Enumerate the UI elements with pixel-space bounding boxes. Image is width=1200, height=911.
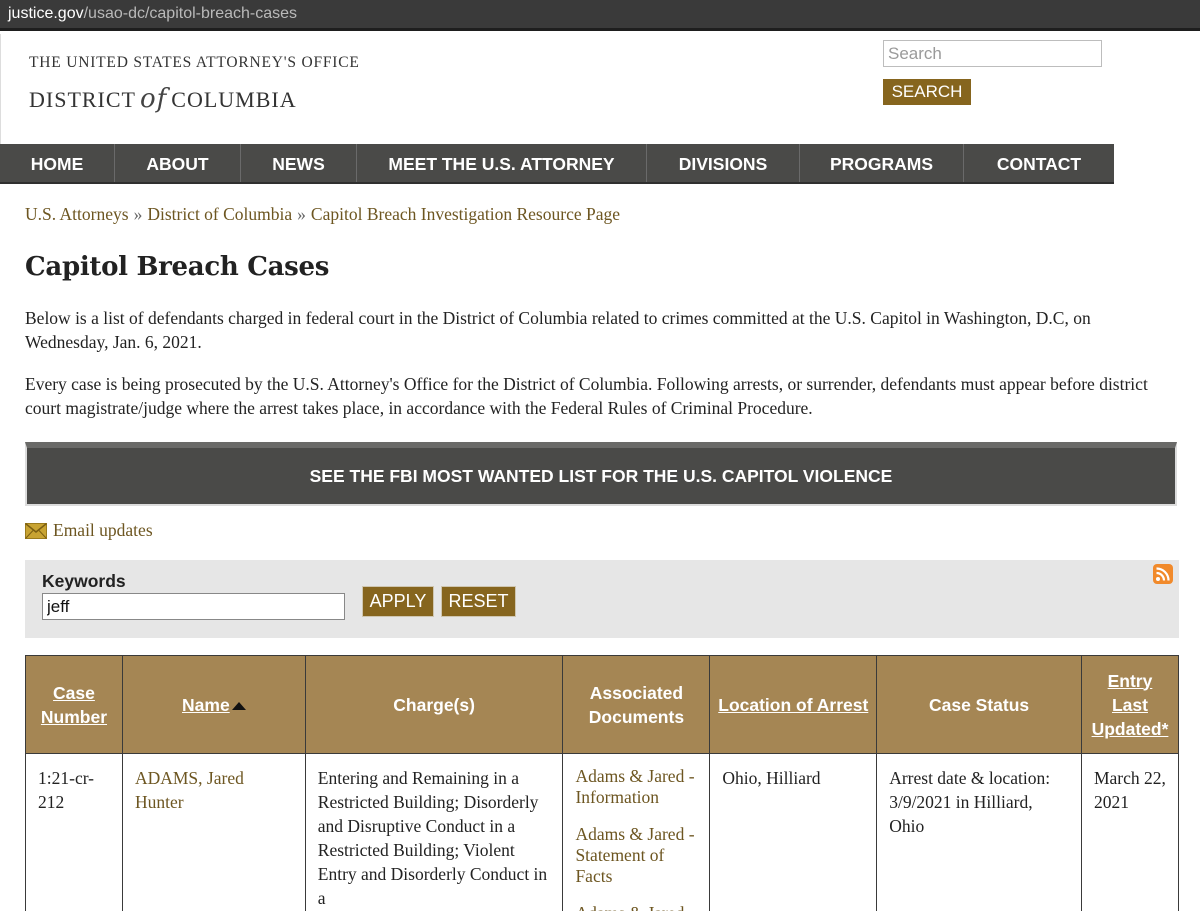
header-updated[interactable]: Entry Last Updated* <box>1080 655 1180 754</box>
envelope-icon <box>25 522 47 539</box>
header-documents: Associated Documents <box>562 655 711 754</box>
cell-case-number: 1:21-cr-212 <box>25 753 123 911</box>
logo-of: of <box>140 84 168 114</box>
filter-panel: Keywords APPLY RESET <box>25 560 1179 638</box>
document-link[interactable]: Adams & Jared - Statement of Facts <box>575 824 699 887</box>
page-title: Capitol Breach Cases <box>25 252 330 282</box>
intro-paragraph: Below is a list of defendants charged in… <box>25 308 1091 352</box>
search-button[interactable]: SEARCH <box>883 79 971 105</box>
cell-charges: Entering and Remaining in a Restricted B… <box>304 753 564 911</box>
sort-case-number-link[interactable]: Case Number <box>41 683 107 727</box>
header-case-number[interactable]: Case Number <box>25 655 123 754</box>
keywords-label: Keywords <box>42 571 126 591</box>
defendant-name-link[interactable]: ADAMS, Jared Hunter <box>135 768 244 812</box>
breadcrumb-separator: » <box>297 204 306 224</box>
nav-news[interactable]: NEWS <box>241 144 357 182</box>
logo-district: DISTRICT <box>29 87 136 112</box>
breadcrumb: U.S. Attorneys» District of Columbia» Capi… <box>25 204 620 225</box>
document-link[interactable]: Adams & Jared - Information <box>575 766 699 808</box>
nav-programs[interactable]: PROGRAMS <box>800 144 964 182</box>
breadcrumb-district[interactable]: District of Columbia <box>147 204 292 224</box>
header-charges: Charge(s) <box>304 655 564 754</box>
nav-meet-attorney[interactable]: MEET THE U.S. ATTORNEY <box>357 144 647 182</box>
cell-updated: March 22, 2021 <box>1080 753 1180 911</box>
office-name: THE UNITED STATES ATTORNEY'S OFFICE <box>29 54 360 71</box>
url-path: /usao-dc/capitol-breach-cases <box>83 5 298 22</box>
table-row: 1:21-cr-212 ADAMS, Jared Hunter Entering… <box>25 753 1180 911</box>
cell-status: Arrest date & location: 3/9/2021 in Hill… <box>876 753 1082 911</box>
cell-documents: Adams & Jared - Information Adams & Jare… <box>562 753 711 911</box>
search-input[interactable] <box>883 40 1102 67</box>
breadcrumb-us-attorneys[interactable]: U.S. Attorneys <box>25 204 129 224</box>
logo-columbia: COLUMBIA <box>171 87 297 112</box>
keywords-input[interactable] <box>42 593 345 620</box>
cases-table: Case Number Name Charge(s) Associated Do… <box>25 655 1180 911</box>
sort-location-link[interactable]: Location of Arrest <box>718 695 868 715</box>
cell-location: Ohio, Hilliard <box>709 753 878 911</box>
sort-ascending-icon <box>231 701 246 710</box>
breadcrumb-separator: » <box>133 204 143 224</box>
site-header: THE UNITED STATES ATTORNEY'S OFFICE DIST… <box>0 34 1200 144</box>
url-domain: justice.gov <box>8 5 84 22</box>
nav-about[interactable]: ABOUT <box>115 144 241 182</box>
header-location[interactable]: Location of Arrest <box>709 655 878 754</box>
cell-name: ADAMS, Jared Hunter <box>121 753 306 911</box>
sort-name-link[interactable]: Name <box>182 695 230 715</box>
header-name[interactable]: Name <box>121 655 306 754</box>
sort-updated-link[interactable]: Entry Last Updated* <box>1092 671 1169 739</box>
browser-url-bar[interactable]: justice.gov/usao-dc/capitol-breach-cases <box>0 0 1200 31</box>
rss-feed-icon[interactable] <box>1153 564 1173 584</box>
nav-home[interactable]: HOME <box>0 144 115 182</box>
fbi-banner-label: SEE THE FBI MOST WANTED LIST FOR THE U.S… <box>309 465 893 486</box>
breadcrumb-capitol-breach[interactable]: Capitol Breach Investigation Resource Pa… <box>311 204 620 224</box>
prosecution-paragraph: Every case is being prosecuted by the U.… <box>25 374 1148 418</box>
nav-divisions[interactable]: DIVISIONS <box>647 144 800 182</box>
reset-button[interactable]: RESET <box>441 586 516 617</box>
table-header-row: Case Number Name Charge(s) Associated Do… <box>25 655 1180 754</box>
district-logo[interactable]: DISTRICT of COLUMBIA <box>29 84 297 114</box>
apply-button[interactable]: APPLY <box>362 586 434 617</box>
header-status: Case Status <box>876 655 1082 754</box>
email-updates-link[interactable]: Email updates <box>25 520 153 541</box>
document-link[interactable]: Adams & Jared <box>575 903 699 911</box>
email-updates-label: Email updates <box>53 520 153 540</box>
main-nav: HOME ABOUT NEWS MEET THE U.S. ATTORNEY D… <box>0 144 1114 184</box>
url-text[interactable]: justice.gov/usao-dc/capitol-breach-cases <box>8 5 297 23</box>
fbi-most-wanted-banner[interactable]: SEE THE FBI MOST WANTED LIST FOR THE U.S… <box>25 442 1177 506</box>
nav-contact[interactable]: CONTACT <box>964 144 1114 182</box>
